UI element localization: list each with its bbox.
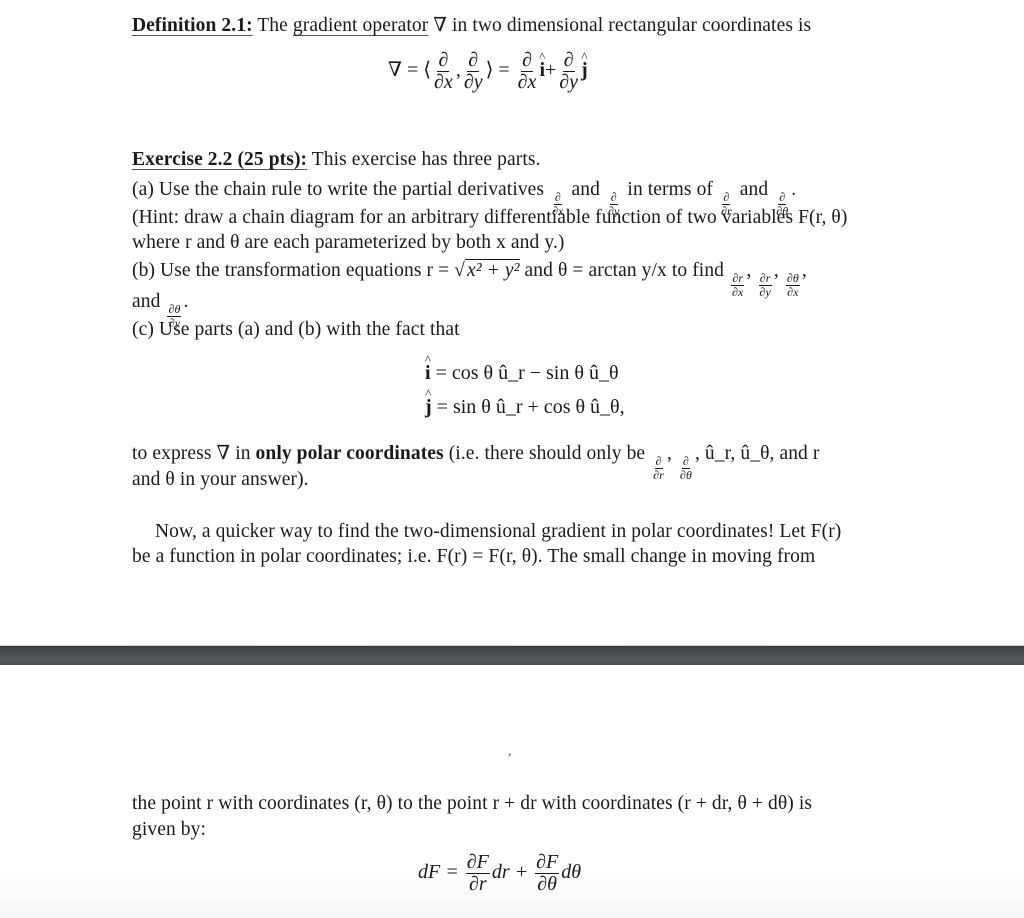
paragraph-line3: the point r with coordinates (r, θ) to t…: [132, 793, 813, 814]
frac-den: ∂x: [434, 71, 453, 93]
eq-lhs: ∇ = ⟨: [388, 59, 432, 82]
stray-mark: ,: [508, 744, 512, 758]
frac-num: ∂: [467, 49, 480, 72]
part-c-list: , û_r, û_θ, and r: [694, 443, 820, 464]
definition-text-after: ∇ in two dimensional rectangular coordin…: [428, 15, 812, 36]
definition-text: The: [252, 15, 293, 36]
sqrt-content: x² + y²: [464, 259, 520, 281]
frac-num: ∂F: [535, 851, 560, 874]
eq-comma: ,: [455, 59, 461, 82]
eq-close: ⟩ =: [485, 59, 510, 82]
frac-den: ∂y: [759, 284, 771, 299]
frac-dF-dr: ∂F ∂r: [465, 851, 490, 895]
exercise-intro: This exercise has three parts.: [307, 149, 541, 170]
frac-d-dy-2: ∂ ∂y: [558, 50, 579, 93]
part-a-line2: (Hint: draw a chain diagram for an arbit…: [132, 207, 848, 228]
page-separator: [0, 645, 1024, 666]
paragraph-line4: given by:: [132, 819, 207, 840]
frac-d-dx-2: ∂ ∂x: [517, 50, 538, 93]
frac-num: ∂: [553, 190, 562, 205]
j-hat-symbol: j: [425, 396, 432, 419]
df-lhs: dF =: [418, 861, 459, 884]
frac-d-dx: ∂ ∂x: [433, 50, 454, 93]
frac-den: ∂y: [559, 71, 579, 93]
frac-dtheta-dx: ∂θ ∂x: [785, 271, 800, 299]
part-a-in-terms: in terms of: [622, 179, 718, 200]
paragraph-line1: Now, a quicker way to find the two-dimen…: [155, 521, 842, 542]
definition-label: Definition 2.1:: [132, 15, 253, 36]
frac-den: ∂x: [732, 284, 744, 299]
part-b-text: (b) Use the transformation equations r =: [132, 260, 455, 281]
part-a-and: and: [566, 179, 605, 200]
eq-j-rhs: = sin θ û_r + cos θ û_θ,: [436, 396, 625, 418]
frac-d-dr: ∂ ∂r: [652, 455, 665, 481]
frac-num: ∂F: [465, 851, 490, 874]
frac-dF-dtheta: ∂F ∂θ: [535, 851, 560, 895]
frac-num: ∂θ: [167, 302, 182, 317]
part-b-mid: and θ = arctan y/x to find: [519, 260, 729, 281]
part-b-and: and: [132, 291, 166, 312]
frac-num: ∂: [681, 454, 690, 469]
frac-den: ∂r: [468, 873, 487, 895]
df-equation: dF = ∂F ∂r dr + ∂F ∂θ dθ: [418, 852, 581, 895]
exercise-header: Exercise 2.2 (25 pts): This exercise has…: [132, 148, 541, 172]
frac-den: ∂r: [653, 467, 664, 482]
part-c-mid: (i.e. there should only be: [443, 443, 651, 464]
i-hat-symbol: i: [425, 362, 431, 385]
paragraph-line2: be a function in polar coordinates; i.e.…: [132, 546, 816, 567]
frac-num: ∂: [437, 49, 450, 72]
i-hat: i: [539, 59, 545, 82]
frac-num: ∂: [562, 49, 575, 72]
frac-d-dtheta: ∂ ∂θ: [679, 455, 693, 481]
part-a-text: (a) Use the chain rule to write the part…: [132, 179, 550, 200]
df-end: dθ: [561, 861, 582, 884]
part-c-bold: only polar coordinates: [255, 443, 444, 464]
frac-d-dy: ∂ ∂y: [463, 50, 484, 93]
frac-dr-dy: ∂r ∂y: [758, 271, 772, 299]
sqrt-symbol: √: [454, 260, 465, 281]
frac-num: ∂θ: [785, 271, 800, 286]
page-top: Definition 2.1: The gradient operator ∇ …: [0, 0, 1024, 645]
exercise-label: Exercise 2.2 (25 pts):: [132, 149, 308, 170]
definition-line: Definition 2.1: The gradient operator ∇ …: [132, 14, 811, 38]
frac-den: ∂x: [787, 284, 799, 299]
part-b-line1: (b) Use the transformation equations r =…: [132, 259, 807, 299]
frac-num: ∂: [521, 49, 533, 72]
frac-num: ∂: [722, 190, 731, 205]
part-c-line1: (c) Use parts (a) and (b) with the fact …: [132, 319, 460, 340]
frac-den: ∂y: [463, 71, 483, 93]
frac-dr-dx: ∂r ∂x: [731, 271, 745, 299]
part-a-and2: and: [734, 179, 774, 200]
frac-den: ∂θ: [679, 467, 692, 482]
definition-term: gradient operator: [292, 15, 429, 36]
frac-num: ∂r: [731, 271, 745, 286]
gradient-equation: ∇ = ⟨∂∂x,∂∂y⟩ = ∂∂xi+∂∂yj: [388, 50, 588, 93]
part-b-period: .: [183, 291, 189, 312]
frac-num: ∂: [778, 190, 787, 205]
part-c-text: to express ∇ in: [132, 443, 256, 464]
df-mid: dr +: [491, 861, 529, 884]
frac-num: ∂r: [758, 271, 772, 286]
part-a-period: .: [791, 179, 797, 200]
j-hat: j: [581, 59, 588, 82]
eq-i-rhs: = cos θ û_r − sin θ û_θ: [435, 362, 619, 384]
frac-num: ∂: [654, 454, 663, 469]
frac-den: ∂x: [517, 71, 537, 93]
eq-i-hat: i = cos θ û_r − sin θ û_θ: [425, 362, 619, 385]
eq-plus: +: [545, 59, 557, 82]
part-c-line3: and θ in your answer).: [132, 469, 309, 490]
frac-den: ∂θ: [537, 873, 558, 895]
eq-j-hat: j = sin θ û_r + cos θ û_θ,: [425, 396, 625, 419]
part-a-line3: where r and θ are each parameterized by …: [132, 232, 565, 253]
frac-num: ∂: [609, 190, 618, 205]
